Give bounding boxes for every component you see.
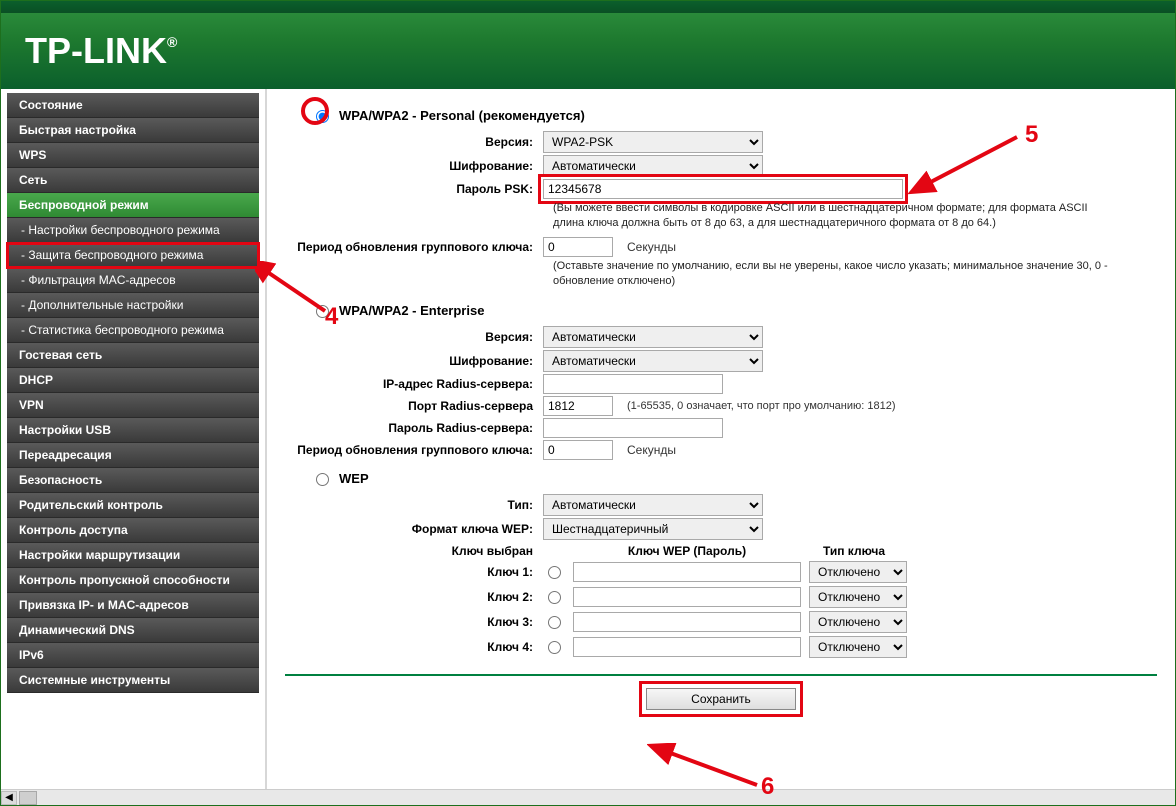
section-title-enterprise: WPA/WPA2 - Enterprise <box>339 303 484 318</box>
sidebar-item-2[interactable]: WPS <box>7 143 259 168</box>
sidebar-item-15[interactable]: Безопасность <box>7 468 259 493</box>
sidebar-item-19[interactable]: Контроль пропускной способности <box>7 568 259 593</box>
horizontal-scrollbar[interactable]: ◀ <box>1 789 1175 805</box>
label-radius-port: Порт Radius-сервера <box>285 399 543 413</box>
sidebar: СостояниеБыстрая настройкаWPSСетьБеспров… <box>1 89 265 789</box>
save-button[interactable]: Сохранить <box>646 688 796 710</box>
wep-key-row-1: Ключ 1: Отключено <box>285 561 1157 583</box>
col-wep-password: Ключ WEP (Пароль) <box>573 544 801 558</box>
scroll-thumb[interactable] <box>19 791 37 805</box>
wep-key-type-3[interactable]: Отключено <box>809 611 907 633</box>
wep-key-input-2[interactable] <box>573 587 801 607</box>
wep-key-radio-4[interactable] <box>548 641 561 654</box>
label-radius-pw: Пароль Radius-сервера: <box>285 421 543 435</box>
input-psk-password[interactable] <box>543 179 903 199</box>
note-radius-port: (1-65535, 0 означает, что порт про умолч… <box>627 400 896 412</box>
sidebar-item-12[interactable]: VPN <box>7 393 259 418</box>
input-radius-ip[interactable] <box>543 374 723 394</box>
sidebar-item-13[interactable]: Настройки USB <box>7 418 259 443</box>
input-radius-port[interactable] <box>543 396 613 416</box>
select-wep-fmt[interactable]: Шестнадцатеричный <box>543 518 763 540</box>
wep-key-radio-2[interactable] <box>548 591 561 604</box>
label-personal-encryption: Шифрование: <box>285 159 543 173</box>
label-personal-version: Версия: <box>285 135 543 149</box>
sidebar-item-0[interactable]: Состояние <box>7 93 259 118</box>
window-top-bar <box>1 1 1175 13</box>
wep-key-radio-1[interactable] <box>548 566 561 579</box>
divider <box>285 674 1157 676</box>
sidebar-item-3[interactable]: Сеть <box>7 168 259 193</box>
label-ent-version: Версия: <box>285 330 543 344</box>
note-psk: (Вы можете ввести символы в кодировке AS… <box>553 201 1113 231</box>
sidebar-item-6[interactable]: - Защита беспроводного режима <box>7 243 259 268</box>
sidebar-item-8[interactable]: - Дополнительные настройки <box>7 293 259 318</box>
label-ent-group: Период обновления группового ключа: <box>285 443 543 457</box>
sidebar-item-23[interactable]: Системные инструменты <box>7 668 259 693</box>
sidebar-item-10[interactable]: Гостевая сеть <box>7 343 259 368</box>
sidebar-item-4[interactable]: Беспроводной режим <box>7 193 259 218</box>
content-area: WPA/WPA2 - Personal (рекомендуется) Верс… <box>265 89 1175 789</box>
sidebar-item-14[interactable]: Переадресация <box>7 443 259 468</box>
section-title-personal: WPA/WPA2 - Personal (рекомендуется) <box>339 108 585 123</box>
brand-logo: TP-LINK® <box>25 30 177 72</box>
wep-key-type-2[interactable]: Отключено <box>809 586 907 608</box>
sidebar-item-11[interactable]: DHCP <box>7 368 259 393</box>
wep-key-label-3: Ключ 3: <box>285 615 543 629</box>
input-ent-group[interactable] <box>543 440 613 460</box>
wep-key-input-4[interactable] <box>573 637 801 657</box>
select-personal-version[interactable]: WPA2-PSK <box>543 131 763 153</box>
wep-key-row-2: Ключ 2: Отключено <box>285 586 1157 608</box>
wep-key-label-4: Ключ 4: <box>285 640 543 654</box>
input-radius-pw[interactable] <box>543 418 723 438</box>
sidebar-item-1[interactable]: Быстрая настройка <box>7 118 259 143</box>
select-ent-version[interactable]: Автоматически <box>543 326 763 348</box>
label-wep-fmt: Формат ключа WEP: <box>285 522 543 536</box>
select-wep-type[interactable]: Автоматически <box>543 494 763 516</box>
sidebar-item-21[interactable]: Динамический DNS <box>7 618 259 643</box>
sidebar-item-9[interactable]: - Статистика беспроводного режима <box>7 318 259 343</box>
sidebar-item-17[interactable]: Контроль доступа <box>7 518 259 543</box>
wep-key-label-2: Ключ 2: <box>285 590 543 604</box>
radio-wpa-personal[interactable] <box>316 110 329 123</box>
radio-wep[interactable] <box>316 473 329 486</box>
sidebar-item-22[interactable]: IPv6 <box>7 643 259 668</box>
wep-key-row-3: Ключ 3: Отключено <box>285 611 1157 633</box>
wep-key-input-1[interactable] <box>573 562 801 582</box>
radio-wpa-enterprise[interactable] <box>316 305 329 318</box>
select-personal-encryption[interactable]: Автоматически <box>543 155 763 177</box>
col-wep-selected: Ключ выбран <box>285 544 543 558</box>
col-wep-type: Тип ключа <box>801 544 907 558</box>
input-personal-group[interactable] <box>543 237 613 257</box>
unit-personal-group: Секунды <box>627 240 676 254</box>
label-personal-group: Период обновления группового ключа: <box>285 240 543 254</box>
wep-key-radio-3[interactable] <box>548 616 561 629</box>
sidebar-item-5[interactable]: - Настройки беспроводного режима <box>7 218 259 243</box>
select-ent-encryption[interactable]: Автоматически <box>543 350 763 372</box>
label-psk: Пароль PSK: <box>285 182 543 196</box>
sidebar-item-20[interactable]: Привязка IP- и MAC-адресов <box>7 593 259 618</box>
unit-ent-group: Секунды <box>627 443 676 457</box>
header: TP-LINK® <box>1 13 1175 89</box>
sidebar-item-7[interactable]: - Фильтрация MAC-адресов <box>7 268 259 293</box>
wep-key-type-1[interactable]: Отключено <box>809 561 907 583</box>
label-wep-type: Тип: <box>285 498 543 512</box>
wep-key-type-4[interactable]: Отключено <box>809 636 907 658</box>
label-radius-ip: IP-адрес Radius-сервера: <box>285 377 543 391</box>
wep-key-row-4: Ключ 4: Отключено <box>285 636 1157 658</box>
sidebar-item-16[interactable]: Родительский контроль <box>7 493 259 518</box>
sidebar-item-18[interactable]: Настройки маршрутизации <box>7 543 259 568</box>
wep-key-label-1: Ключ 1: <box>285 565 543 579</box>
wep-key-input-3[interactable] <box>573 612 801 632</box>
note-personal-group: (Оставьте значение по умолчанию, если вы… <box>553 259 1113 289</box>
section-title-wep: WEP <box>339 471 369 486</box>
label-ent-encryption: Шифрование: <box>285 354 543 368</box>
scroll-left-icon[interactable]: ◀ <box>1 791 17 805</box>
